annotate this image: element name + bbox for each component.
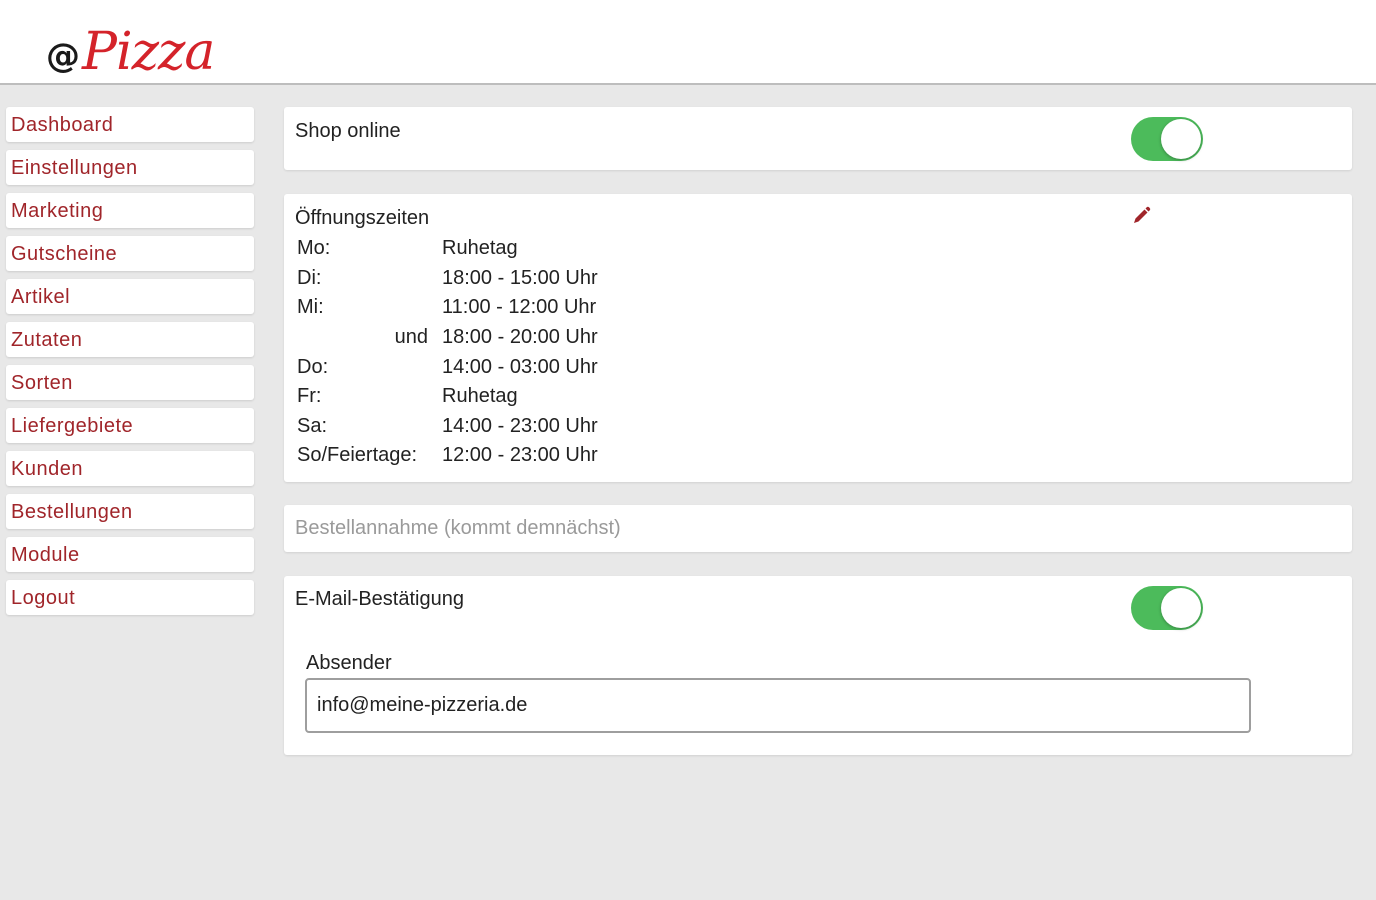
hours-row: und 18:00 - 20:00 Uhr [297,323,598,353]
hours-time: 11:00 - 12:00 Uhr [442,296,597,319]
epizza-logo[interactable]: @ Pizza [46,22,215,82]
sender-label: Absender [306,652,392,674]
hours-row: Sa: 14:00 - 23:00 Uhr [297,412,598,442]
hours-day: Mo: [297,237,331,260]
hours-day: Do: [297,355,329,378]
hours-day: Sa: [297,414,328,437]
opening-hours-title: Öffnungszeiten [295,207,430,229]
hours-time: Ruhetag [442,237,518,260]
hours-row: Mo: Ruhetag [297,234,598,264]
sidebar-item-logout[interactable]: Logout [6,580,254,615]
hours-day: So/Feiertage: [297,444,418,467]
sidebar-nav: Dashboard Einstellungen Marketing Gutsch… [6,107,254,623]
email-confirmation-label: E-Mail-Bestätigung [295,588,464,610]
hours-row: Fr: Ruhetag [297,382,598,412]
hours-row: So/Feiertage: 12:00 - 23:00 Uhr [297,441,598,471]
hours-row: Do: 14:00 - 03:00 Uhr [297,352,598,382]
hours-day: Di: [297,266,322,289]
hours-day: und [394,326,428,349]
sidebar-item-sorten[interactable]: Sorten [6,365,254,400]
sidebar-item-dashboard[interactable]: Dashboard [6,107,254,142]
sidebar-item-module[interactable]: Module [6,537,254,572]
hours-day: Fr: [297,385,322,408]
sidebar-item-kunden[interactable]: Kunden [6,451,254,486]
sidebar-item-marketing[interactable]: Marketing [6,193,254,228]
hours-time: Ruhetag [442,385,518,408]
logo-wordmark: Pizza [82,22,215,82]
hours-time: 18:00 - 20:00 Uhr [442,326,598,349]
app-header: @ Pizza [0,0,1376,85]
sidebar-item-gutscheine[interactable]: Gutscheine [6,236,254,271]
sidebar-item-zutaten[interactable]: Zutaten [6,322,254,357]
sidebar-item-bestellungen[interactable]: Bestellungen [6,494,254,529]
shop-online-toggle[interactable] [1131,117,1203,161]
sidebar-item-artikel[interactable]: Artikel [6,279,254,314]
logo-at-sign: @ [46,36,80,76]
opening-hours-table: Mo: Ruhetag Di: 18:00 - 15:00 Uhr Mi: 11… [297,234,598,471]
hours-time: 18:00 - 15:00 Uhr [442,266,598,289]
sidebar-item-liefergebiete[interactable]: Liefergebiete [6,408,254,443]
toggle-knob [1161,119,1201,159]
toggle-knob [1161,588,1201,628]
sidebar-item-einstellungen[interactable]: Einstellungen [6,150,254,185]
shop-online-label: Shop online [295,120,401,142]
hours-time: 12:00 - 23:00 Uhr [442,444,598,467]
hours-day: Mi: [297,296,324,319]
email-confirmation-toggle[interactable] [1131,586,1203,630]
pencil-icon[interactable] [1130,205,1152,227]
hours-time: 14:00 - 03:00 Uhr [442,355,598,378]
order-acceptance-label: Bestellannahme (kommt demnächst) [295,517,621,539]
hours-row: Di: 18:00 - 15:00 Uhr [297,264,598,294]
hours-time: 14:00 - 23:00 Uhr [442,414,598,437]
order-acceptance-card: Bestellannahme (kommt demnächst) [284,505,1352,552]
hours-row: Mi: 11:00 - 12:00 Uhr [297,293,598,323]
sender-email-input[interactable] [305,678,1251,733]
